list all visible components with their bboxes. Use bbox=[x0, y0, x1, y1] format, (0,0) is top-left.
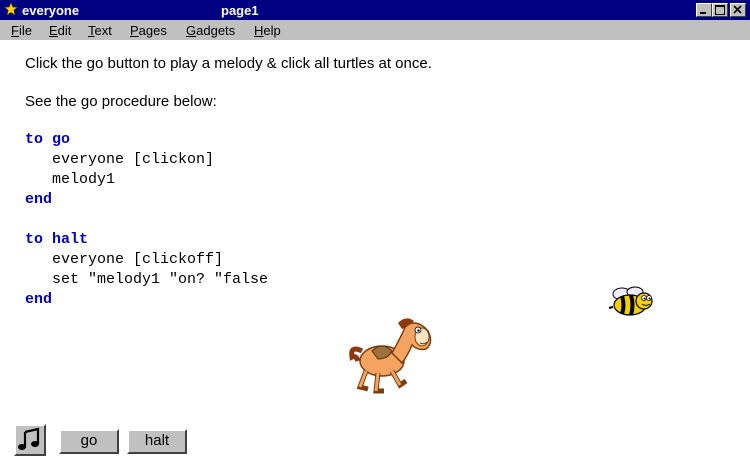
window-title: everyone bbox=[22, 3, 80, 18]
horse-turtle-icon[interactable] bbox=[348, 315, 440, 395]
maximize-icon bbox=[715, 5, 725, 15]
close-icon bbox=[733, 5, 742, 14]
procedure-note: See the go procedure below: bbox=[25, 93, 217, 110]
menu-help[interactable]: Help bbox=[254, 23, 281, 38]
code-line: everyone [clickon] bbox=[25, 151, 215, 168]
procedure-code: to go everyone [clickon] melody1 end to h… bbox=[25, 130, 268, 310]
maximize-button[interactable] bbox=[712, 3, 728, 17]
star-icon bbox=[4, 2, 18, 16]
bee-turtle-icon[interactable] bbox=[608, 285, 658, 321]
code-line: everyone [clickoff] bbox=[25, 251, 224, 268]
music-note-icon bbox=[18, 427, 40, 450]
halt-button[interactable]: halt bbox=[127, 429, 187, 454]
menu-text[interactable]: Text bbox=[88, 23, 112, 38]
code-keyword: end bbox=[25, 291, 53, 308]
go-button[interactable]: go bbox=[59, 429, 119, 454]
close-button[interactable] bbox=[730, 3, 746, 17]
minimize-icon bbox=[700, 12, 706, 14]
menu-file[interactable]: File bbox=[11, 23, 32, 38]
code-line: melody1 bbox=[25, 171, 116, 188]
page-title: page1 bbox=[221, 3, 259, 18]
code-keyword: to halt bbox=[25, 231, 89, 248]
menu-pages[interactable]: Pages bbox=[130, 23, 167, 38]
code-line: set "melody1 "on? "false bbox=[25, 271, 269, 288]
code-keyword: end bbox=[25, 191, 53, 208]
code-keyword: to go bbox=[25, 131, 71, 148]
page-canvas: Click the go button to play a melody & c… bbox=[0, 40, 750, 470]
menu-gadgets[interactable]: Gadgets bbox=[186, 23, 235, 38]
melody-button[interactable] bbox=[14, 424, 46, 456]
title-bar: everyone page1 bbox=[0, 0, 750, 20]
menu-edit[interactable]: Edit bbox=[49, 23, 71, 38]
minimize-button[interactable] bbox=[696, 3, 712, 17]
menu-bar: File Edit Text Pages Gadgets Help bbox=[0, 20, 750, 40]
intro-text: Click the go button to play a melody & c… bbox=[25, 55, 432, 72]
